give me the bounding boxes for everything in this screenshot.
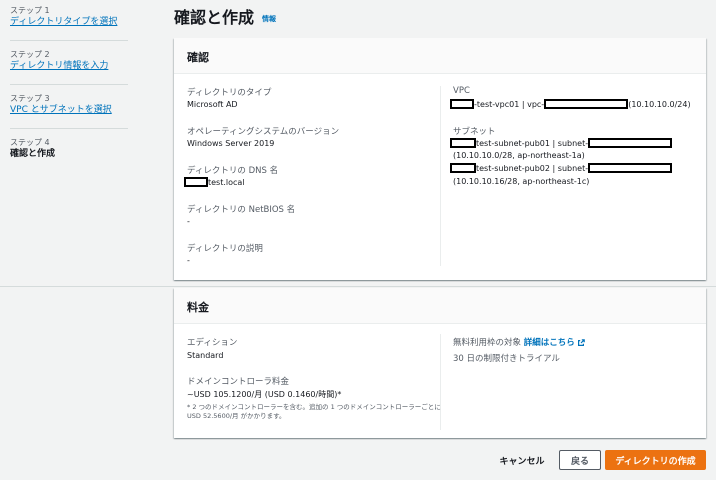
step-2-number: ステップ 2	[10, 50, 50, 59]
free-tier-value: 30 日の制限付きトライアル	[453, 354, 560, 364]
subnet-1-value: test-subnet-pub01 | subnet-	[450, 137, 673, 148]
subnet-2-name: test-subnet-pub02 | subnet-	[476, 164, 589, 173]
netbios-label: ディレクトリの NetBIOS 名	[187, 205, 296, 215]
os-version-label: オペレーティングシステムのバージョン	[187, 127, 340, 137]
create-directory-button[interactable]: ディレクトリの作成	[605, 450, 706, 470]
dc-price-note: * 2 つのドメインコントローラーを含む。追加の 1 つのドメインコントローラー…	[187, 403, 441, 420]
dc-price-value: ~USD 105.1200/月 (USD 0.1460/時間)*	[187, 390, 342, 399]
edition-label: エディション	[187, 338, 238, 348]
directory-type-label: ディレクトリのタイプ	[187, 88, 272, 98]
subnet-2-detail: (10.10.10.16/28, ap-northeast-1c)	[453, 177, 590, 186]
vpc-label: VPC	[453, 86, 470, 96]
redacted-block	[588, 137, 673, 148]
step-4-current: 確認と作成	[10, 149, 56, 159]
netbios-value: -	[187, 217, 190, 226]
redacted-block	[184, 176, 208, 187]
review-panel: 確認 ディレクトリのタイプ Microsoft AD オペレーティングシステムの…	[174, 38, 706, 280]
step-3: ステップ 3 VPC とサブネットを選択	[10, 94, 128, 116]
step-2: ステップ 2 ディレクトリ情報を入力	[10, 50, 128, 72]
subnet-1-detail: (10.10.10.0/28, ap-northeast-1a)	[453, 151, 585, 160]
free-tier-link[interactable]: 詳細はこちら	[524, 338, 585, 348]
free-tier-link-text: 詳細はこちら	[523, 338, 575, 348]
step-1-number: ステップ 1	[10, 6, 50, 15]
redacted-block	[450, 162, 476, 173]
os-version-value: Windows Server 2019	[187, 139, 275, 148]
free-tier-label: 無料利用枠の対象	[453, 338, 522, 348]
directory-type-value: Microsoft AD	[187, 100, 238, 109]
column-divider	[440, 86, 441, 266]
vpc-value: -test-vpc01 | vpc- (10.10.10.0/24)	[450, 98, 691, 109]
edition-value: Standard	[187, 351, 224, 360]
redacted-block	[544, 98, 629, 109]
page-title: 確認と作成	[174, 8, 255, 27]
step-divider	[10, 128, 128, 129]
wizard-sidebar: ステップ 1 ディレクトリタイプを選択 ステップ 2 ディレクトリ情報を入力 ス…	[0, 0, 165, 300]
dns-name-value: test.local	[184, 176, 245, 187]
step-4: ステップ 4 確認と作成	[10, 138, 128, 160]
step-divider	[10, 40, 128, 41]
info-link[interactable]: 情報	[262, 14, 276, 24]
free-tier-row: 無料利用枠の対象 詳細はこちら	[453, 336, 585, 348]
external-link-icon	[577, 338, 585, 346]
pricing-panel: 料金 エディション Standard ドメインコントローラ料金 ~USD 105…	[174, 288, 706, 438]
step-3-number: ステップ 3	[10, 94, 50, 103]
description-label: ディレクトリの説明	[187, 244, 263, 254]
step-1: ステップ 1 ディレクトリタイプを選択	[10, 6, 128, 28]
redacted-block	[450, 137, 476, 148]
step-4-number: ステップ 4	[10, 138, 50, 147]
subnet-2-value: test-subnet-pub02 | subnet-	[450, 162, 673, 173]
pricing-panel-header: 料金	[174, 288, 706, 324]
step-3-link[interactable]: VPC とサブネットを選択	[10, 104, 128, 116]
back-button[interactable]: 戻る	[559, 450, 601, 470]
review-panel-header: 確認	[174, 38, 706, 74]
vpc-name: -test-vpc01 | vpc-	[474, 100, 545, 109]
dns-name-label: ディレクトリの DNS 名	[187, 166, 279, 176]
redacted-block	[588, 162, 673, 173]
redacted-block	[450, 98, 474, 109]
section-divider	[0, 286, 716, 287]
dns-name-text: test.local	[208, 178, 245, 187]
description-value: -	[187, 256, 190, 265]
subnet-label: サブネット	[453, 127, 496, 137]
step-divider	[10, 84, 128, 85]
step-2-link[interactable]: ディレクトリ情報を入力	[10, 60, 128, 72]
subnet-1-name: test-subnet-pub01 | subnet-	[476, 139, 589, 148]
cancel-button[interactable]: キャンセル	[493, 450, 551, 470]
vpc-cidr: (10.10.10.0/24)	[628, 100, 691, 109]
step-1-link[interactable]: ディレクトリタイプを選択	[10, 16, 128, 28]
dc-price-label: ドメインコントローラ料金	[187, 377, 290, 387]
